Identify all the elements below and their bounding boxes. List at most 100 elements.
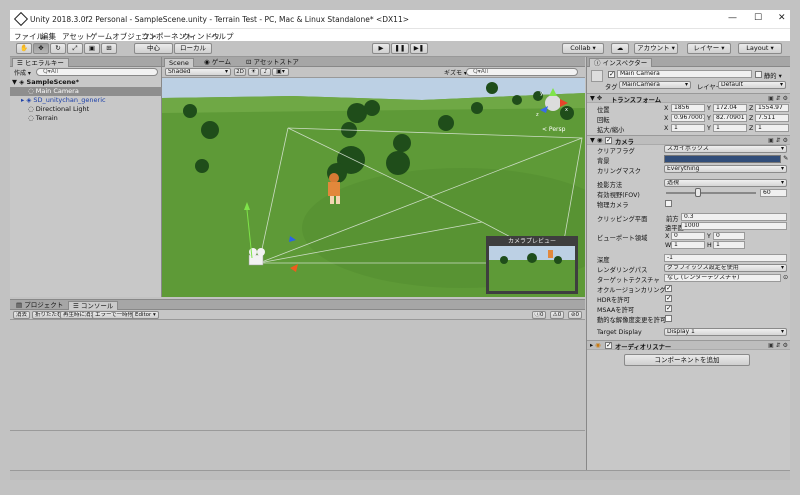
audio-icon[interactable]: ♪ — [260, 68, 271, 76]
step-button[interactable]: ▶❚ — [410, 43, 428, 54]
collab-dropdown[interactable]: Collab ▾ — [562, 43, 604, 54]
shading-mode-dropdown[interactable]: Shaded — [165, 68, 231, 76]
tab-asset-store[interactable]: ⊡ アセットストア — [242, 58, 303, 67]
target-texture-field[interactable]: なし (レンダーテクスチャ) — [664, 274, 781, 282]
pause-button[interactable]: ❚❚ — [391, 43, 409, 54]
create-dropdown[interactable]: 作成 ▾ — [14, 68, 31, 77]
camera-enabled-checkbox[interactable]: ✓ — [605, 137, 612, 144]
depth-field[interactable]: -1 — [664, 254, 787, 262]
component-settings-icon[interactable]: ▣ ⇵ ⚙ — [768, 95, 788, 102]
msaa-checkbox[interactable]: ✓ — [665, 305, 672, 312]
tab-console[interactable]: ☰ コンソール — [68, 301, 119, 310]
pivot-toggle[interactable]: 中心 — [134, 43, 173, 54]
camera-header[interactable]: ▼ ◉ ✓ カメラ ▣ ⇵ ⚙ — [587, 135, 790, 146]
viewport-w-field[interactable]: 1 — [671, 241, 705, 249]
object-name-field[interactable]: Main Camera — [617, 70, 752, 78]
tag-dropdown[interactable]: MainCamera — [619, 81, 691, 89]
camera-settings-icon[interactable]: ▣ ⇵ ⚙ — [768, 137, 788, 144]
close-button[interactable]: ✕ — [778, 13, 786, 23]
tab-inspector[interactable]: ⓘ インスペクター — [589, 58, 653, 67]
scale-tool-icon[interactable]: ⤢ — [67, 43, 83, 54]
lighting-icon[interactable]: ☀ — [248, 68, 259, 76]
hierarchy-item-light[interactable]: ◌ Directional Light — [10, 105, 162, 114]
scale-x-field[interactable]: 1 — [671, 124, 705, 132]
2d-toggle[interactable]: 2D — [234, 68, 246, 76]
move-tool-icon[interactable]: ✥ — [33, 43, 49, 54]
eyedropper-icon[interactable]: ✎ — [783, 155, 788, 162]
clear-flags-dropdown[interactable]: スカイボックス — [664, 145, 787, 153]
tab-game[interactable]: ◉ ゲーム — [200, 58, 235, 67]
minimize-button[interactable]: — — [728, 13, 737, 23]
scene-search-input[interactable]: Q▾All — [466, 68, 578, 76]
transform-header[interactable]: ▼ ✥ トランスフォーム ▣ ⇵ ⚙ — [587, 93, 790, 104]
rotation-x-field[interactable]: 0.9670001 — [671, 114, 705, 122]
layer-dropdown[interactable]: Default — [718, 81, 786, 89]
hierarchy-item-terrain[interactable]: ◌ Terrain — [10, 114, 162, 123]
projection-dropdown[interactable]: 透視 — [664, 179, 787, 187]
object-picker-icon[interactable]: ⊙ — [783, 274, 788, 281]
position-z-field[interactable]: 1554.97 — [755, 104, 789, 112]
transform-tool-icon[interactable]: ⊞ — [101, 43, 117, 54]
scale-z-field[interactable]: 1 — [755, 124, 789, 132]
maximize-button[interactable]: ☐ — [754, 13, 762, 23]
scene-viewport[interactable]: y x z < Persp カメラプレビュー — [162, 78, 585, 297]
perspective-label[interactable]: < Persp — [542, 126, 566, 133]
layers-dropdown[interactable]: レイヤー ▾ — [687, 43, 731, 54]
far-clip-field[interactable]: 1000 — [681, 222, 787, 230]
rotation-z-field[interactable]: 7.511 — [755, 114, 789, 122]
space-toggle[interactable]: ローカル — [174, 43, 212, 54]
audio-listener-header[interactable]: ▸ ◉ ✓ オーディオリスナー ▣ ⇵ ⚙ — [587, 340, 790, 351]
target-display-dropdown[interactable]: Display 1 — [664, 328, 787, 336]
account-dropdown[interactable]: アカウント ▾ — [634, 43, 678, 54]
audio-listener-enabled-checkbox[interactable]: ✓ — [605, 342, 612, 349]
console-divider[interactable] — [10, 430, 585, 431]
physical-camera-checkbox[interactable] — [665, 200, 672, 207]
background-color-swatch[interactable] — [664, 155, 781, 163]
audio-listener-fold-icon[interactable]: ▸ ◉ — [590, 342, 601, 349]
dynamic-resolution-checkbox[interactable] — [665, 315, 672, 322]
fov-field[interactable]: 60 — [760, 189, 787, 197]
layout-dropdown[interactable]: Layout ▾ — [738, 43, 782, 54]
add-component-button[interactable]: コンポーネントを追加 — [624, 354, 750, 366]
render-path-dropdown[interactable]: グラフィックス設定を使用 — [664, 264, 787, 272]
transform-fold-icon[interactable]: ▼ ✥ — [590, 95, 602, 102]
error-count-button[interactable]: ⊘0 — [568, 311, 582, 319]
viewport-h-field[interactable]: 1 — [713, 241, 745, 249]
culling-mask-dropdown[interactable]: Everything — [664, 165, 787, 173]
scale-y-field[interactable]: 1 — [713, 124, 747, 132]
position-y-field[interactable]: 172.04 — [713, 104, 747, 112]
viewport-y-field[interactable]: 0 — [713, 232, 745, 240]
active-checkbox[interactable]: ✓ — [608, 71, 615, 78]
hdr-checkbox[interactable]: ✓ — [665, 295, 672, 302]
hierarchy-item-main-camera[interactable]: ◌ Main Camera — [10, 87, 162, 96]
near-clip-field[interactable]: 0.3 — [681, 213, 787, 221]
rect-tool-icon[interactable]: ▣ — [84, 43, 100, 54]
position-x-field[interactable]: 1856 — [671, 104, 705, 112]
static-dropdown[interactable]: 静的 ▾ — [764, 71, 782, 80]
hierarchy-search-input[interactable]: Q▾All — [36, 68, 158, 76]
fov-slider-thumb[interactable] — [695, 188, 702, 197]
info-count-button[interactable]: ⓘ0 — [532, 311, 546, 319]
scene-root[interactable]: ▼ ◈ SampleScene* — [12, 78, 160, 87]
tab-scene[interactable]: Scene — [164, 58, 194, 67]
gizmos-dropdown[interactable]: ギズモ ▾ — [444, 68, 467, 77]
static-checkbox[interactable] — [755, 71, 762, 78]
effects-icon[interactable]: ▣▾ — [272, 68, 289, 76]
hand-tool-icon[interactable]: ✋ — [16, 43, 32, 54]
play-button[interactable]: ▶ — [372, 43, 390, 54]
editor-dropdown[interactable]: Editor ▾ — [132, 311, 159, 319]
camera-fold-icon[interactable]: ▼ ◉ — [590, 137, 602, 144]
console-log-area[interactable] — [10, 321, 585, 471]
rotation-y-field[interactable]: 82.70901 — [713, 114, 747, 122]
warning-count-button[interactable]: ⚠0 — [550, 311, 564, 319]
audio-listener-settings-icon[interactable]: ▣ ⇵ ⚙ — [768, 342, 788, 349]
tab-hierarchy[interactable]: ☰ ヒエラルキー — [12, 58, 69, 67]
clear-button[interactable]: 消去 — [13, 311, 31, 319]
fov-slider-track[interactable] — [666, 192, 756, 194]
rotate-tool-icon[interactable]: ↻ — [50, 43, 66, 54]
occlusion-culling-checkbox[interactable]: ✓ — [665, 285, 672, 292]
tab-project[interactable]: ▤ プロジェクト — [12, 301, 67, 310]
viewport-x-field[interactable]: 0 — [671, 232, 705, 240]
cloud-icon[interactable]: ☁ — [611, 43, 629, 54]
hierarchy-item-unitychan[interactable]: ▸ ◈ SD_unitychan_generic — [10, 96, 162, 105]
